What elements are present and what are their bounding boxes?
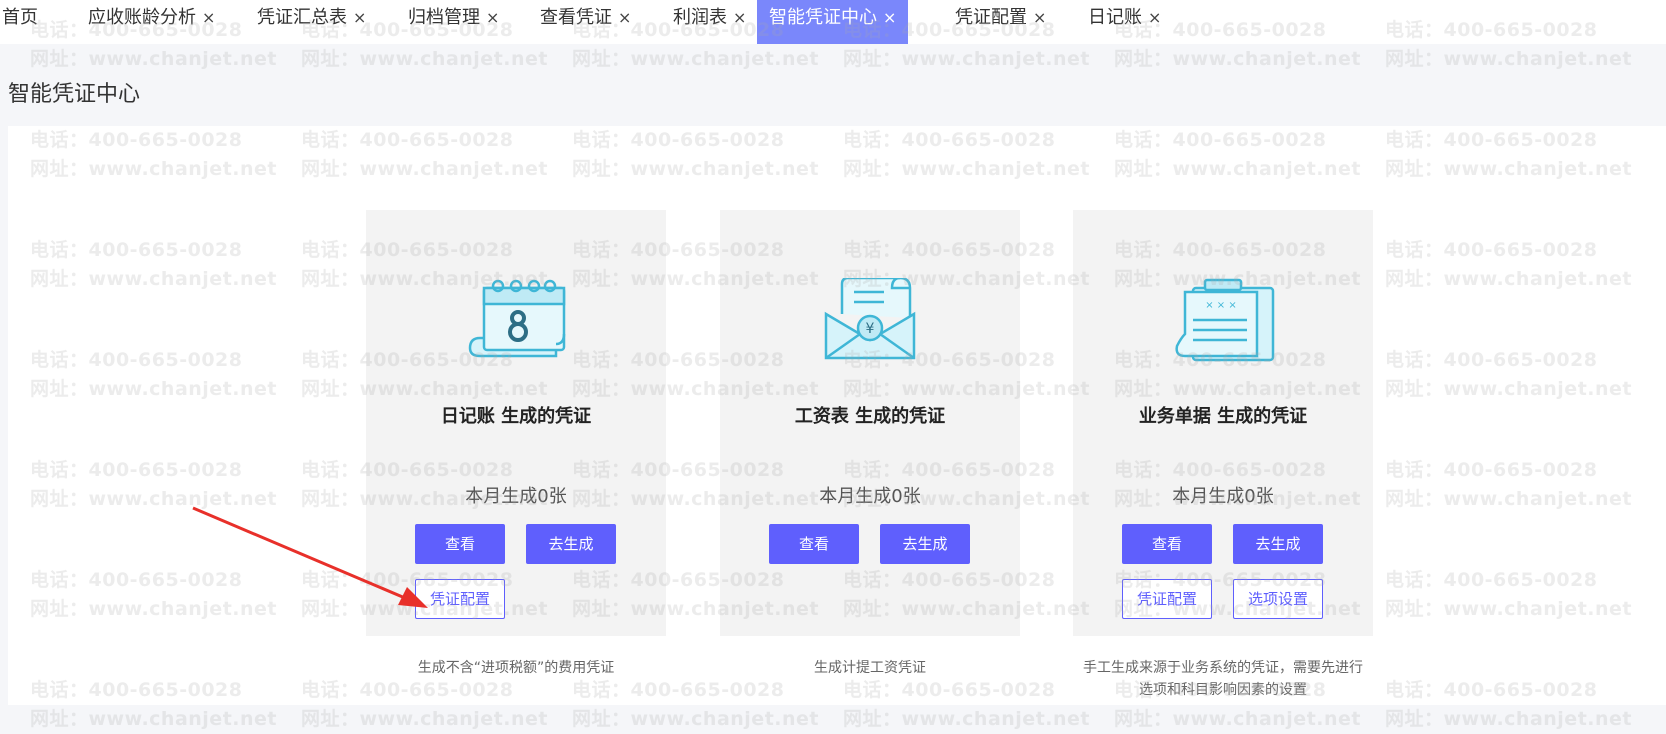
watermark-site: 网址：www.chanjet.net <box>1385 708 1632 730</box>
watermark-site: 网址：www.chanjet.net <box>301 708 548 730</box>
watermark-site: 网址：www.chanjet.net <box>843 708 1090 730</box>
watermark-site: 网址：www.chanjet.net <box>30 708 277 730</box>
watermark-site: 网址：www.chanjet.net <box>572 708 819 730</box>
watermark-site: 网址：www.chanjet.net <box>1114 708 1361 730</box>
annotation-arrow <box>192 506 428 608</box>
